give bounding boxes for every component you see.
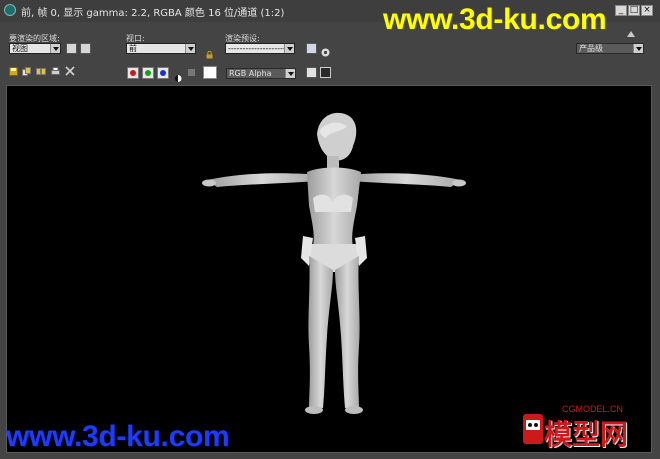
render-setup-button[interactable] — [306, 43, 317, 54]
render-button-small[interactable] — [626, 24, 636, 37]
channel-dropdown-value: RGB Alpha — [229, 69, 272, 78]
view-frame-button[interactable] — [306, 67, 317, 78]
save-image-icon[interactable] — [9, 67, 18, 79]
chevron-down-icon — [284, 44, 294, 53]
watermark-top: www.3d-ku.com — [383, 3, 607, 36]
monochrome-icon[interactable] — [188, 69, 195, 76]
copy-image-icon[interactable] — [22, 67, 31, 79]
app-icon[interactable] — [4, 4, 16, 16]
minimize-button[interactable]: _ — [615, 5, 627, 16]
gear-icon[interactable] — [320, 43, 331, 57]
viewport-dropdown-value: 前 — [129, 44, 137, 53]
blue-channel-icon — [160, 70, 166, 76]
chevron-down-icon — [185, 44, 195, 53]
area-dropdown-value: 视图 — [12, 44, 28, 53]
window-title: 前, 帧 0, 显示 gamma: 2.2, RGBA 颜色 16 位/通道 (… — [21, 8, 285, 19]
red-channel-icon — [130, 70, 136, 76]
render-viewport[interactable] — [6, 85, 652, 453]
toggle-ui-button[interactable] — [320, 67, 331, 78]
preset-dropdown[interactable]: -------------------- — [225, 43, 295, 54]
green-channel-button[interactable] — [142, 67, 154, 79]
print-icon[interactable] — [51, 67, 60, 79]
viewport-dropdown[interactable]: 前 — [126, 43, 196, 54]
edit-region-button[interactable] — [66, 43, 77, 54]
chevron-down-icon — [50, 44, 60, 53]
maximize-button[interactable]: □ — [628, 5, 640, 16]
logo-big-text: 模型网 — [544, 418, 629, 451]
production-dropdown[interactable]: 产品级 — [576, 43, 644, 54]
logo-mascot-icon — [523, 414, 543, 444]
chevron-down-icon — [633, 44, 643, 53]
red-channel-button[interactable] — [127, 67, 139, 79]
channel-dropdown[interactable]: RGB Alpha — [226, 68, 296, 79]
clear-icon[interactable] — [65, 66, 75, 79]
color-swatch[interactable] — [203, 66, 217, 79]
alpha-channel-icon[interactable] — [174, 68, 182, 82]
auto-region-button[interactable] — [80, 43, 91, 54]
preset-dropdown-value: -------------------- — [228, 44, 286, 53]
area-dropdown[interactable]: 视图 — [9, 43, 61, 54]
green-channel-icon — [145, 70, 151, 76]
rendered-character-figure — [202, 112, 466, 414]
lock-icon[interactable] — [206, 44, 213, 59]
watermark-bottom: www.3d-ku.com — [6, 420, 230, 453]
clone-window-icon[interactable] — [36, 67, 46, 79]
blue-channel-button[interactable] — [157, 67, 169, 79]
chevron-down-icon — [285, 69, 295, 78]
production-dropdown-value: 产品级 — [579, 44, 603, 53]
close-button[interactable]: × — [641, 5, 653, 16]
